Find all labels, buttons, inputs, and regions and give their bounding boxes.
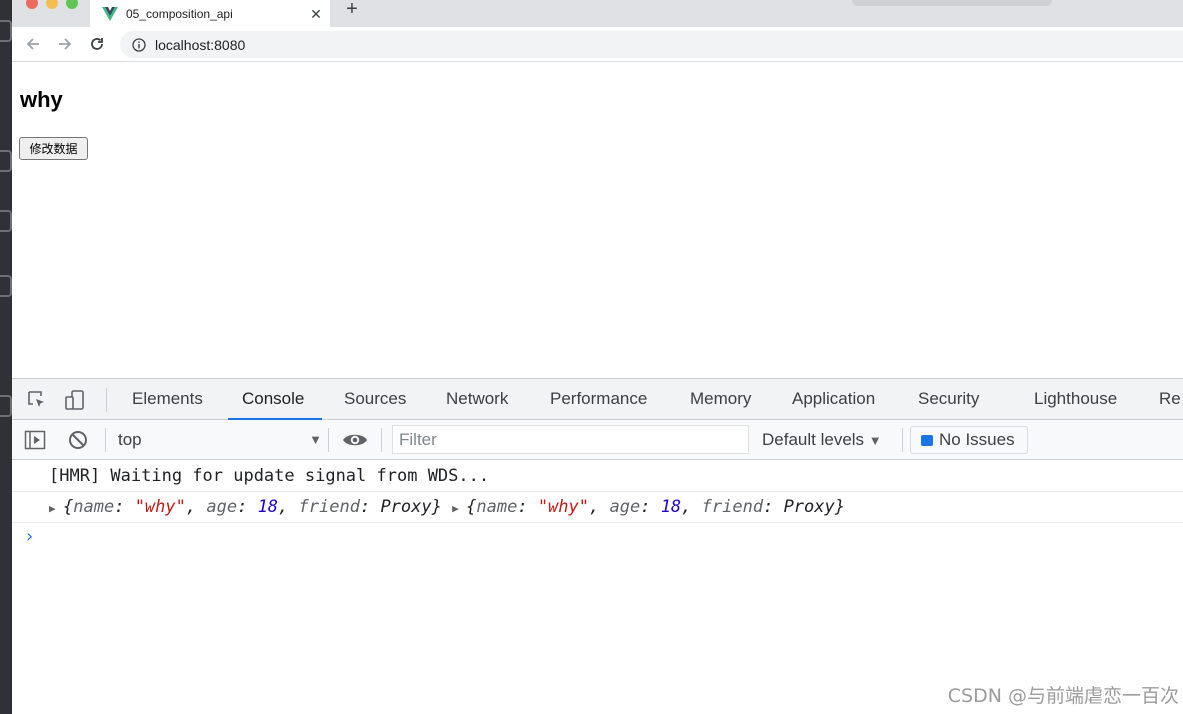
log-levels-label: Default levels bbox=[762, 430, 865, 449]
context-value: top bbox=[118, 430, 142, 449]
reload-button[interactable] bbox=[86, 33, 108, 55]
toolbar-divider bbox=[106, 388, 107, 412]
new-tab-button[interactable]: + bbox=[342, 0, 362, 20]
browser-toolbar: localhost:8080 bbox=[12, 27, 1183, 62]
desktop-glyph bbox=[0, 20, 12, 42]
toolbar-divider bbox=[902, 428, 903, 452]
tab-close-icon[interactable]: ✕ bbox=[308, 6, 324, 22]
device-toolbar-icon[interactable] bbox=[64, 389, 86, 411]
object-preview[interactable]: ▶ {name: "why", age: 18, friend: Proxy} bbox=[452, 497, 845, 517]
forward-button[interactable] bbox=[54, 33, 76, 55]
info-icon[interactable] bbox=[132, 37, 146, 52]
page-heading: why bbox=[20, 87, 63, 112]
desktop-glyph bbox=[0, 150, 12, 172]
dropdown-caret-icon: ▼ bbox=[868, 433, 882, 448]
address-bar[interactable]: localhost:8080 bbox=[120, 31, 1183, 58]
tab-strip-shadow bbox=[852, 0, 1052, 6]
desktop-glyph bbox=[0, 210, 12, 232]
tab-console[interactable]: Console bbox=[227, 379, 323, 420]
page-viewport: why 修改数据 bbox=[12, 63, 1183, 378]
tab-network[interactable]: Network bbox=[446, 379, 508, 420]
clear-console-icon[interactable] bbox=[67, 429, 89, 451]
window-close-dot[interactable] bbox=[26, 0, 38, 9]
desktop-edge bbox=[0, 0, 12, 714]
vue-logo-icon bbox=[102, 6, 118, 21]
tab-application[interactable]: Application bbox=[792, 379, 875, 420]
tab-elements[interactable]: Elements bbox=[132, 379, 203, 420]
tab-memory[interactable]: Memory bbox=[690, 379, 751, 420]
tab-recorder[interactable]: Re bbox=[1159, 379, 1181, 420]
sidebar-toggle-icon[interactable] bbox=[24, 429, 46, 451]
tab-title: 05_composition_api bbox=[126, 6, 233, 21]
issues-button[interactable]: No Issues bbox=[910, 426, 1028, 454]
toolbar-divider bbox=[381, 428, 382, 452]
expand-triangle-icon[interactable]: ▶ bbox=[49, 494, 63, 524]
desktop-glyph bbox=[0, 275, 12, 297]
toolbar-divider bbox=[328, 428, 329, 452]
issues-label: No Issues bbox=[939, 430, 1015, 449]
tab-sources[interactable]: Sources bbox=[344, 379, 406, 420]
dropdown-caret-icon: ▼ bbox=[309, 432, 322, 447]
console-object-group: ▶ {name: "why", age: 18, friend: Proxy} ▶… bbox=[49, 492, 845, 524]
object-preview[interactable]: ▶ {name: "why", age: 18, friend: Proxy} bbox=[49, 497, 442, 517]
console-toolbar: top ▼ Filter Default levels ▼ No Issues bbox=[12, 420, 1183, 460]
console-message: [HMR] Waiting for update signal from WDS… bbox=[12, 461, 1183, 492]
reload-icon bbox=[91, 38, 103, 50]
tab-security[interactable]: Security bbox=[918, 379, 979, 420]
inspect-element-icon[interactable] bbox=[26, 389, 48, 411]
log-levels-dropdown[interactable]: Default levels ▼ bbox=[762, 428, 882, 453]
arrow-right-icon bbox=[59, 38, 72, 50]
toolbar-divider bbox=[105, 428, 106, 452]
console-prompt-chevron-icon[interactable]: › bbox=[24, 526, 35, 547]
issues-message-icon bbox=[921, 434, 933, 446]
tab-performance[interactable]: Performance bbox=[550, 379, 647, 420]
devtools-panel: Elements Console Sources Network Perform… bbox=[12, 378, 1183, 714]
arrow-left-icon bbox=[26, 38, 39, 50]
console-message: ▶ {name: "why", age: 18, friend: Proxy} ▶… bbox=[12, 492, 1183, 523]
devtools-tab-bar: Elements Console Sources Network Perform… bbox=[12, 379, 1183, 420]
browser-tab-strip: 05_composition_api ✕ + bbox=[12, 0, 1183, 27]
window-zoom-dot[interactable] bbox=[66, 0, 78, 9]
console-message-text: [HMR] Waiting for update signal from WDS… bbox=[49, 466, 490, 486]
browser-tab[interactable]: 05_composition_api ✕ bbox=[90, 0, 330, 27]
expand-triangle-icon[interactable]: ▶ bbox=[452, 494, 466, 524]
tab-lighthouse[interactable]: Lighthouse bbox=[1034, 379, 1117, 420]
desktop-glyph bbox=[0, 395, 12, 417]
live-expression-eye-icon[interactable] bbox=[342, 429, 368, 451]
context-selector[interactable]: top ▼ bbox=[118, 428, 322, 452]
console-output: [HMR] Waiting for update signal from WDS… bbox=[12, 461, 1183, 714]
watermark: CSDN @与前端虐恋一百次 bbox=[947, 685, 1179, 707]
modify-data-button[interactable]: 修改数据 bbox=[19, 137, 88, 160]
filter-input[interactable]: Filter bbox=[392, 425, 749, 454]
url-text: localhost:8080 bbox=[155, 36, 246, 53]
window-minimize-dot[interactable] bbox=[46, 0, 58, 9]
back-button[interactable] bbox=[22, 33, 44, 55]
